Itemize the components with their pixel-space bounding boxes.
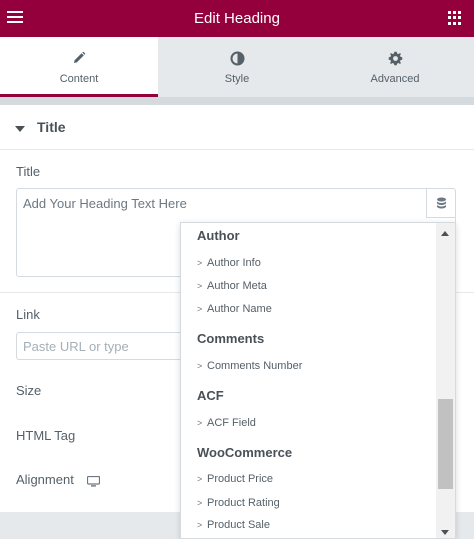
tab-style[interactable]: Style [158, 37, 316, 97]
gear-icon [316, 49, 474, 67]
option-acf-field[interactable]: > ACF Field [197, 417, 432, 429]
chevron-right-icon: > [197, 304, 203, 314]
chevron-right-icon: > [197, 520, 203, 530]
tab-label: Style [224, 73, 250, 85]
pencil-icon [0, 49, 158, 67]
chevron-right-icon: > [197, 474, 203, 484]
dynamic-tags-dropdown: Author > Author Info > Author Meta > Author… [180, 222, 456, 539]
scroll-down-arrow-icon[interactable] [441, 530, 449, 535]
option-comments-number[interactable]: > Comments Number [197, 360, 432, 372]
tab-label: Advanced [370, 73, 420, 85]
scroll-up-arrow-icon[interactable] [441, 231, 449, 236]
database-icon [436, 197, 446, 208]
dynamic-tags-list: Author > Author Info > Author Meta > Author… [181, 223, 436, 538]
section-title: Title [37, 119, 66, 135]
editor-header: Edit Heading [0, 0, 474, 37]
caret-down-icon [15, 126, 25, 132]
tab-label: Content [59, 73, 99, 85]
tabs-separator [0, 97, 474, 105]
group-woocommerce: WooCommerce [197, 445, 293, 460]
scrollbar-thumb[interactable] [438, 399, 453, 489]
option-author-meta[interactable]: > Author Meta [197, 280, 432, 292]
option-author-info[interactable]: > Author Info [197, 257, 432, 269]
group-acf: ACF [197, 388, 224, 403]
section-title-toggle[interactable]: Title [0, 105, 474, 150]
link-placeholder: Paste URL or type [23, 339, 129, 354]
option-product-rating[interactable]: > Product Rating [197, 497, 432, 509]
dropdown-scrollbar[interactable] [436, 223, 455, 538]
desktop-icon[interactable] [86, 474, 101, 487]
link-label: Link [16, 307, 40, 322]
chevron-right-icon: > [197, 418, 203, 428]
size-label: Size [16, 383, 42, 398]
panel-title: Edit Heading [194, 10, 280, 27]
option-author-name[interactable]: > Author Name [197, 303, 432, 315]
title-label: Title [16, 164, 41, 179]
group-author: Author [197, 228, 240, 243]
grid-icon[interactable] [448, 11, 462, 25]
dynamic-tags-button[interactable] [426, 189, 455, 218]
option-product-price[interactable]: > Product Price [197, 473, 432, 485]
alignment-label: Alignment [16, 472, 74, 487]
html-tag-label: HTML Tag [16, 428, 76, 443]
half-circle-icon [158, 49, 316, 67]
chevron-right-icon: > [197, 361, 203, 371]
panel-tabs: Content Style Advanced [0, 37, 474, 97]
option-product-sale[interactable]: > Product Sale [197, 519, 432, 531]
chevron-right-icon: > [197, 258, 203, 268]
chevron-right-icon: > [197, 498, 203, 508]
group-comments: Comments [197, 331, 265, 346]
tab-advanced[interactable]: Advanced [316, 37, 474, 97]
title-placeholder: Add Your Heading Text Here [23, 196, 187, 211]
chevron-right-icon: > [197, 281, 203, 291]
tab-content[interactable]: Content [0, 37, 158, 97]
